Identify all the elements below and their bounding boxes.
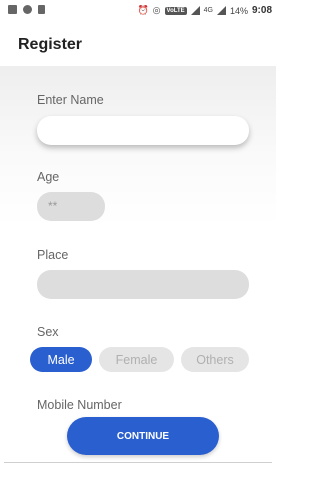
name-label: Enter Name [37, 93, 104, 107]
signal-4g-icon: 4G [203, 7, 213, 14]
network-icon [38, 5, 45, 14]
app-bar: Register [0, 24, 276, 66]
page-title: Register [18, 36, 83, 53]
bottom-divider [4, 462, 272, 463]
status-bar: ⏰ ◎ VoLTE 4G 14% 9:08 [0, 0, 276, 24]
name-field[interactable] [37, 116, 249, 145]
signal-icon [190, 6, 200, 15]
register-form: Enter Name Age ** Place Sex Male Female … [0, 66, 276, 418]
sex-option-male[interactable]: Male [30, 347, 92, 372]
status-left-icons [8, 5, 45, 14]
sex-option-others[interactable]: Others [181, 347, 249, 372]
bag-icon [23, 5, 32, 14]
hotspot-icon: ◎ [152, 5, 161, 15]
age-label: Age [37, 170, 60, 184]
mobile-label: Mobile Number [37, 398, 122, 412]
battery-text: 14% [229, 5, 248, 16]
sex-selector: Male Female Others [30, 347, 249, 372]
place-field[interactable] [37, 270, 249, 299]
continue-button[interactable]: CONTINUE [67, 417, 219, 455]
alarm-icon: ⏰ [137, 5, 149, 15]
status-right-icons: ⏰ ◎ VoLTE 4G 14% 9:08 [137, 5, 272, 16]
sex-option-female[interactable]: Female [99, 347, 174, 372]
sex-label: Sex [37, 325, 59, 339]
image-icon [8, 5, 17, 14]
clock: 9:08 [251, 5, 272, 16]
place-label: Place [37, 248, 69, 262]
volte-icon: VoLTE [164, 6, 187, 15]
signal-bars-icon [216, 6, 226, 15]
age-field[interactable]: ** [37, 192, 105, 221]
